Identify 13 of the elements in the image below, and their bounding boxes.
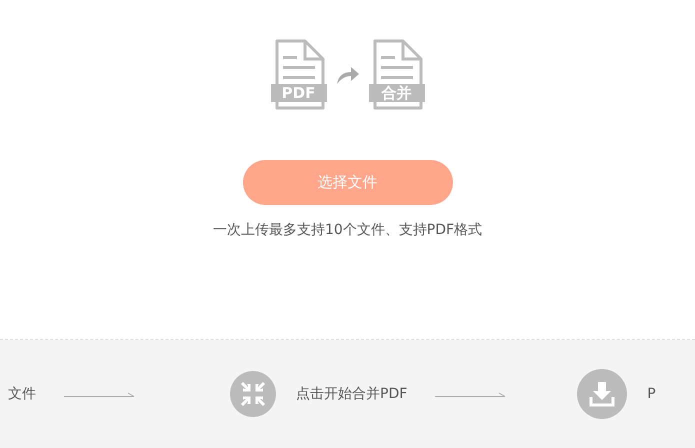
step-label: 文件 <box>8 385 36 403</box>
arrow-line <box>64 392 136 400</box>
step-label: 点击开始合并PDF <box>296 385 408 403</box>
select-file-button[interactable]: 选择文件 <box>242 160 452 205</box>
file-label: PDF <box>280 84 316 102</box>
compress-icon <box>230 371 276 417</box>
curved-arrow-icon <box>334 64 360 86</box>
upload-hint: 一次上传最多支持10个文件、支持PDF格式 <box>212 221 482 239</box>
step-label: P <box>647 386 656 402</box>
file-label: 合并 <box>380 84 412 102</box>
document-icon <box>368 38 424 112</box>
download-icon <box>577 369 628 419</box>
document-icon <box>270 38 326 112</box>
